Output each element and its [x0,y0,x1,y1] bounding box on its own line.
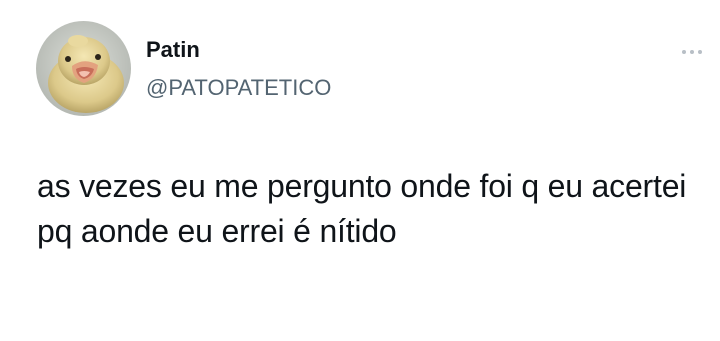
author-display-name[interactable]: Patin [146,37,200,63]
duckling-icon [36,21,131,116]
more-options-button[interactable] [678,42,706,62]
ellipsis-icon [682,50,702,54]
author-handle[interactable]: @PATOPATETICO [146,75,331,101]
author-avatar[interactable] [36,21,131,116]
tweet-text: as vezes eu me pergunto onde foi q eu ac… [37,168,687,249]
tweet-card: Patin @PATOPATETICO as vezes eu me pergu… [0,0,720,341]
